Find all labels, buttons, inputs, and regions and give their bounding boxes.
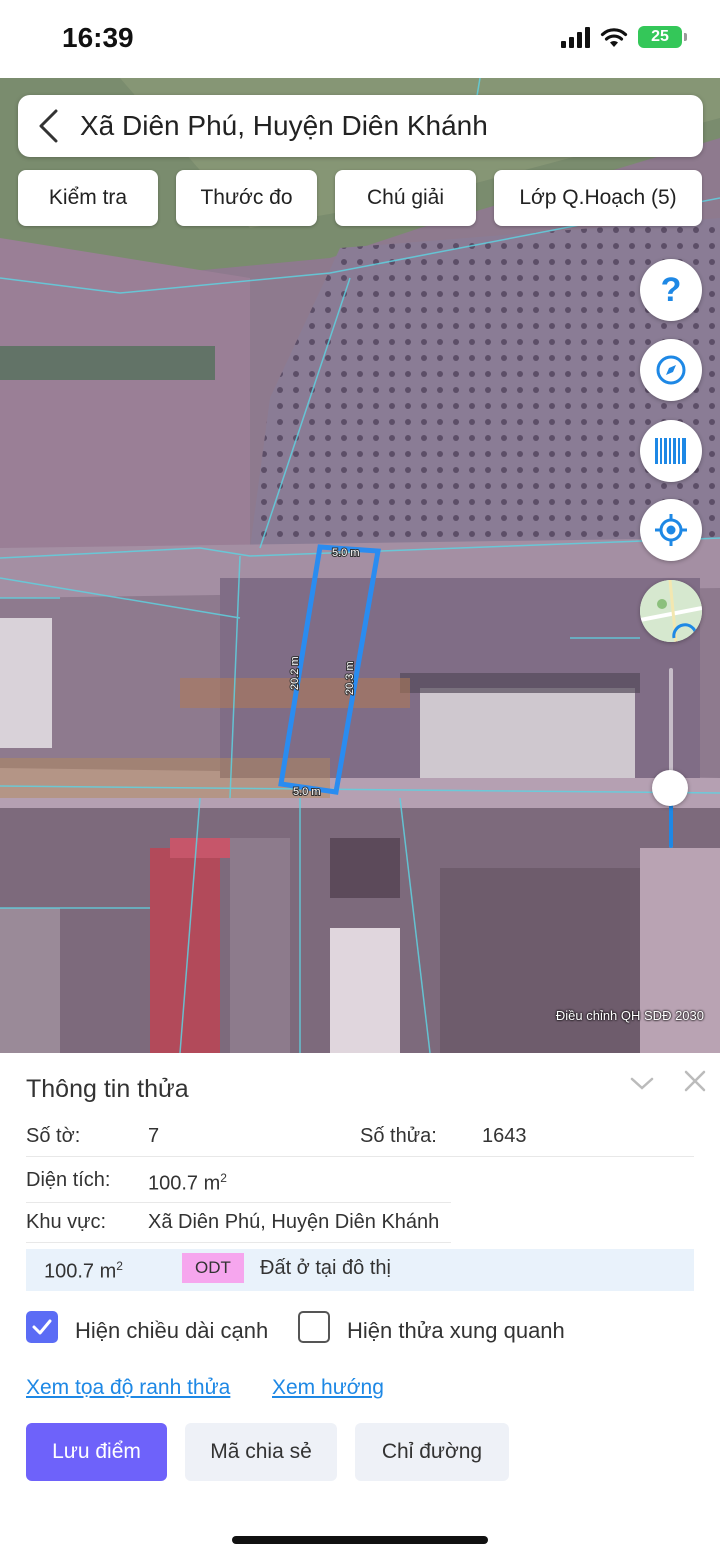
status-bar: 16:39 25 [0, 0, 720, 78]
barcode-icon [655, 438, 686, 464]
close-icon[interactable] [681, 1067, 709, 1095]
locate-icon [655, 514, 687, 546]
land-use-code-badge: ODT [182, 1253, 244, 1283]
region-value: Xã Diên Phú, Huyện Diên Khánh [148, 1211, 440, 1233]
sheet-parcel-row: Số tờ: 7 Số thửa: 1643 [26, 1121, 694, 1157]
map-toolbar: Kiểm tra Thước đo Chú giải Lớp Q.Hoạch (… [0, 170, 720, 228]
area-row: Diện tích: 100.7 m2 [26, 1163, 451, 1203]
view-direction-link[interactable]: Xem hướng [272, 1376, 384, 1400]
dim-bottom-label: 5.0 m [293, 786, 321, 798]
parcel-number-label: Số thửa: [360, 1125, 437, 1147]
measure-button[interactable]: Thước đo [176, 170, 317, 226]
zoom-slider-knob[interactable] [652, 770, 688, 806]
signal-icon [561, 26, 590, 48]
barcode-button[interactable] [640, 420, 702, 482]
save-point-button[interactable]: Lưu điểm [26, 1423, 167, 1481]
sheet-number-label: Số tờ: [26, 1125, 81, 1147]
chevron-down-icon[interactable] [628, 1069, 656, 1097]
land-use-description: Đất ở tại đô thị [260, 1257, 391, 1279]
planning-layer-caption: Điều chỉnh QH SDĐ 2030 [555, 1008, 704, 1023]
show-edge-length-checkbox[interactable] [26, 1311, 58, 1343]
status-time: 16:39 [62, 22, 134, 53]
dim-right-label: 20.3 m [344, 661, 356, 695]
compass-icon [656, 355, 686, 385]
map-layer-button[interactable] [640, 580, 702, 642]
show-neighbors-label[interactable]: Hiện thửa xung quanh [347, 1318, 565, 1344]
checkmark-icon [32, 1319, 52, 1335]
land-use-area: 100.7 m2 [44, 1259, 123, 1283]
land-use-row: 100.7 m2 ODT Đất ở tại đô thị [26, 1249, 694, 1291]
battery-icon: 25 [638, 26, 687, 48]
parcel-info-panel: Thông tin thửa Số tờ: 7 Số thửa: 1643 Di… [0, 1053, 720, 1559]
location-search-bar[interactable]: Xã Diên Phú, Huyện Diên Khánh [18, 95, 703, 157]
help-button[interactable]: ? [640, 259, 702, 321]
legend-button[interactable]: Chú giải [335, 170, 476, 226]
show-edge-length-label[interactable]: Hiện chiều dài cạnh [75, 1318, 268, 1344]
parcel-number-value: 1643 [482, 1125, 527, 1147]
area-label: Diện tích: [26, 1169, 111, 1191]
check-button[interactable]: Kiểm tra [18, 170, 158, 226]
sheet-number-value: 7 [148, 1125, 160, 1147]
dim-top-label: 5.0 m [332, 547, 360, 559]
my-location-button[interactable] [640, 499, 702, 561]
location-title[interactable]: Xã Diên Phú, Huyện Diên Khánh [80, 110, 488, 142]
map-layer-icon [640, 580, 702, 642]
status-icons: 25 [561, 26, 687, 48]
region-row: Khu vực: Xã Diên Phú, Huyện Diên Khánh [26, 1207, 451, 1243]
dim-left-label: 20.2 m [289, 656, 301, 690]
region-label: Khu vực: [26, 1211, 107, 1233]
view-boundary-coords-link[interactable]: Xem tọa độ ranh thửa [26, 1376, 230, 1400]
panel-title: Thông tin thửa [26, 1075, 189, 1103]
area-value: 100.7 m2 [148, 1171, 227, 1195]
wifi-icon [600, 28, 628, 47]
planning-layer-button[interactable]: Lớp Q.Hoạch (5) [494, 170, 702, 226]
compass-button[interactable] [640, 339, 702, 401]
show-neighbors-checkbox[interactable] [298, 1311, 330, 1343]
help-icon: ? [660, 270, 682, 309]
back-icon[interactable] [18, 95, 80, 157]
share-code-button[interactable]: Mã chia sẻ [185, 1423, 337, 1481]
directions-button[interactable]: Chỉ đường [355, 1423, 509, 1481]
home-indicator[interactable] [232, 1536, 488, 1544]
